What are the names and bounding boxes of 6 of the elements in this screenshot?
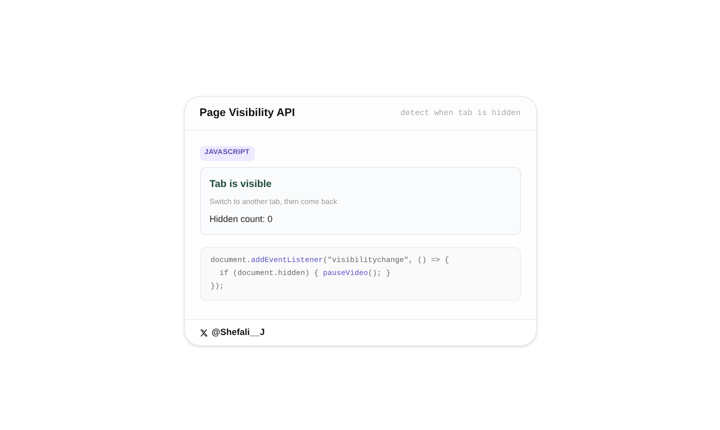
hidden-count: Hidden count: 0 (210, 212, 274, 226)
card-subtitle: detect when tab is hidden (400, 108, 520, 120)
card-title: Page Visibility API (200, 106, 295, 122)
author-handle: @Shefali__J (212, 326, 265, 339)
status-title: Tab is visible (210, 178, 273, 192)
x-logo-icon (200, 328, 208, 337)
